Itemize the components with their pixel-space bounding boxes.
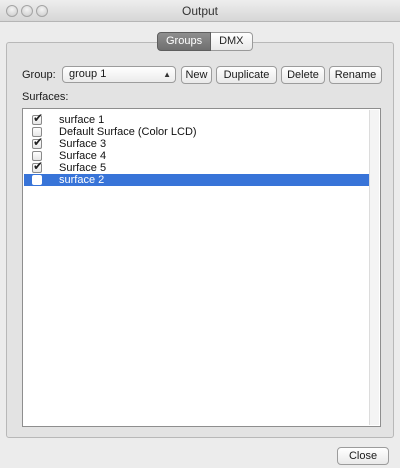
- surface-label: Surface 5: [59, 162, 107, 174]
- checkmark-icon: ✔: [33, 135, 44, 149]
- checkmark-icon: ✔: [33, 159, 44, 173]
- title-bar: Output: [0, 0, 400, 22]
- surface-label: surface 1: [59, 114, 105, 126]
- list-item[interactable]: Default Surface (Color LCD): [24, 126, 370, 138]
- group-select-value: group 1: [69, 68, 107, 80]
- delete-button[interactable]: Delete: [281, 66, 325, 84]
- surface-checkbox[interactable]: ✔: [32, 159, 44, 173]
- updown-arrows-icon: ▲: [163, 70, 171, 79]
- surface-label: Surface 3: [59, 138, 107, 150]
- surfaces-list[interactable]: ✔ surface 1 Default Surface (Color LCD) ✔ Su…: [22, 108, 381, 427]
- new-button[interactable]: New: [181, 66, 212, 84]
- list-item[interactable]: Surface 4: [24, 150, 370, 162]
- surface-checkbox[interactable]: ✔: [32, 111, 44, 125]
- surface-label: surface 2: [59, 174, 105, 186]
- surface-checkbox[interactable]: ✔: [32, 135, 44, 149]
- duplicate-button[interactable]: Duplicate: [216, 66, 277, 84]
- list-item[interactable]: ✔ surface 1: [24, 111, 370, 126]
- group-select[interactable]: group 1 ▲: [62, 66, 176, 83]
- surface-label: Default Surface (Color LCD): [59, 126, 197, 138]
- tab-dmx[interactable]: DMX: [211, 32, 253, 51]
- tab-bar: Groups DMX: [157, 32, 253, 51]
- close-button[interactable]: Close: [337, 447, 389, 465]
- list-item[interactable]: ✔ Surface 3: [24, 135, 370, 150]
- rename-button[interactable]: Rename: [329, 66, 382, 84]
- surface-checkbox[interactable]: [32, 175, 42, 185]
- list-item[interactable]: surface 2: [24, 174, 370, 186]
- surfaces-list-rows: ✔ surface 1 Default Surface (Color LCD) ✔ Su…: [24, 110, 370, 425]
- checkmark-icon: ✔: [33, 111, 44, 125]
- tab-groups[interactable]: Groups: [157, 32, 212, 51]
- list-item[interactable]: ✔ Surface 5: [24, 159, 370, 174]
- group-label: Group:: [22, 69, 56, 81]
- window-title: Output: [181, 4, 219, 18]
- surface-label: Surface 4: [59, 150, 107, 162]
- vertical-scrollbar[interactable]: [369, 110, 379, 425]
- surfaces-label: Surfaces:: [22, 91, 69, 103]
